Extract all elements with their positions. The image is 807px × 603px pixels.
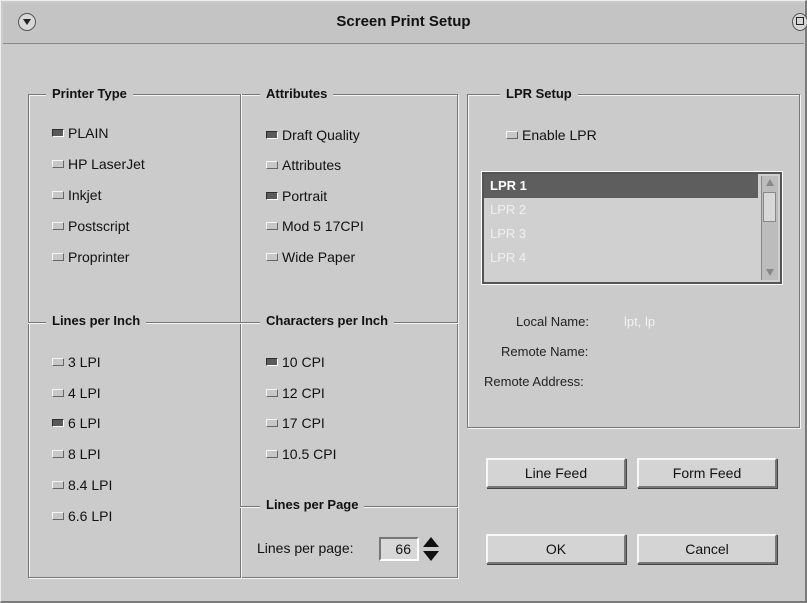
attribute-portrait-option[interactable]: Portrait (266, 186, 327, 206)
checkbox-icon (266, 450, 278, 458)
lpi-8-option[interactable]: 8 LPI (52, 444, 101, 464)
option-label: Proprinter (68, 249, 130, 265)
option-label: 3 LPI (68, 354, 101, 370)
checkbox-icon (52, 481, 64, 489)
lpi-6-6-option[interactable]: 6.6 LPI (52, 506, 112, 526)
lpr-setup-title: LPR Setup (500, 86, 578, 101)
lines-per-page-input[interactable]: 66 (379, 537, 419, 561)
checkbox-icon (52, 512, 64, 520)
attribute-attributes-option[interactable]: Attributes (266, 155, 341, 175)
option-label: 10 CPI (282, 354, 325, 370)
window-title: Screen Print Setup (336, 13, 471, 30)
printer-type-hp-laserjet-option[interactable]: HP LaserJet (52, 154, 145, 174)
list-item[interactable]: LPR 1 (484, 174, 758, 198)
lpi-8-4-option[interactable]: 8.4 LPI (52, 475, 112, 495)
checkbox-icon (52, 253, 64, 261)
lines-per-page-title: Lines per Page (260, 497, 365, 512)
maximize-icon[interactable] (792, 13, 807, 31)
remote-address-label: Remote Address: (484, 374, 584, 389)
option-label: Enable LPR (522, 127, 597, 143)
scroll-down-arrow-icon[interactable] (763, 266, 777, 280)
checkbox-icon (506, 131, 518, 139)
local-name-value[interactable]: lpt, lp (624, 314, 655, 329)
list-item[interactable]: LPR 2 (484, 198, 780, 222)
checkbox-icon (266, 161, 278, 169)
scroll-thumb[interactable] (763, 192, 776, 222)
option-label: Postscript (68, 218, 130, 234)
checkbox-icon (52, 389, 64, 397)
option-label: 12 CPI (282, 385, 325, 401)
option-label: 8 LPI (68, 446, 101, 462)
option-label: Draft Quality (282, 127, 360, 143)
cancel-button[interactable]: Cancel (637, 534, 777, 564)
option-label: Mod 5 17CPI (282, 218, 364, 234)
printer-type-inkjet-option[interactable]: Inkjet (52, 185, 101, 205)
option-label: Wide Paper (282, 249, 356, 265)
option-label: 17 CPI (282, 415, 325, 431)
option-label: Inkjet (68, 187, 102, 203)
checkbox-icon (52, 450, 64, 458)
checkbox-icon (52, 358, 64, 366)
checkbox-icon (52, 191, 64, 199)
scroll-up-arrow-icon[interactable] (763, 176, 777, 190)
checkbox-icon (266, 389, 278, 397)
characters-per-inch-title: Characters per Inch (260, 313, 395, 328)
option-label: PLAIN (68, 125, 109, 141)
form-feed-button[interactable]: Form Feed (637, 458, 777, 488)
enable-lpr-option[interactable]: Enable LPR (506, 125, 597, 145)
printer-type-plain-option[interactable]: PLAIN (52, 123, 108, 143)
decrement-arrow-icon[interactable] (423, 551, 439, 561)
printer-type-title: Printer Type (46, 86, 133, 101)
lines-per-inch-title: Lines per Inch (46, 313, 147, 328)
option-label: HP LaserJet (68, 156, 145, 172)
option-label: Portrait (282, 188, 328, 204)
lpr-list[interactable]: LPR 1 LPR 2 LPR 3 LPR 4 (482, 172, 782, 284)
line-feed-button[interactable]: Line Feed (486, 458, 626, 488)
option-label: 6.6 LPI (68, 508, 113, 524)
printer-type-proprinter-option[interactable]: Proprinter (52, 247, 129, 267)
lpi-6-option[interactable]: 6 LPI (52, 413, 101, 433)
increment-arrow-icon[interactable] (423, 537, 439, 547)
option-label: 8.4 LPI (68, 477, 113, 493)
checkbox-icon (266, 192, 278, 200)
option-label: 6 LPI (68, 415, 101, 431)
attribute-mod5-17cpi-option[interactable]: Mod 5 17CPI (266, 216, 364, 236)
local-name-label: Local Name: (516, 314, 589, 329)
lines-per-page-stepper (423, 535, 441, 563)
checkbox-icon (266, 358, 278, 366)
option-label: 4 LPI (68, 385, 101, 401)
lpi-4-option[interactable]: 4 LPI (52, 383, 101, 403)
printer-type-postscript-option[interactable]: Postscript (52, 216, 129, 236)
cpi-10-5-option[interactable]: 10.5 CPI (266, 444, 336, 464)
option-label: Attributes (282, 157, 342, 173)
cpi-17-option[interactable]: 17 CPI (266, 413, 325, 433)
list-item[interactable]: LPR 3 (484, 222, 780, 246)
cpi-12-option[interactable]: 12 CPI (266, 383, 325, 403)
cpi-10-option[interactable]: 10 CPI (266, 352, 325, 372)
checkbox-icon (52, 129, 64, 137)
checkbox-icon (52, 160, 64, 168)
ok-button[interactable]: OK (486, 534, 626, 564)
checkbox-icon (52, 222, 64, 230)
option-label: 10.5 CPI (282, 446, 337, 462)
attribute-draft-quality-option[interactable]: Draft Quality (266, 125, 360, 145)
remote-name-label: Remote Name: (501, 344, 589, 359)
checkbox-icon (52, 419, 64, 427)
checkbox-icon (266, 131, 278, 139)
attribute-wide-paper-option[interactable]: Wide Paper (266, 247, 355, 267)
lpi-3-option[interactable]: 3 LPI (52, 352, 101, 372)
checkbox-icon (266, 222, 278, 230)
list-scrollbar[interactable] (761, 176, 778, 280)
title-bar: Screen Print Setup (3, 3, 807, 44)
checkbox-icon (266, 253, 278, 261)
list-item[interactable]: LPR 4 (484, 246, 780, 270)
attributes-title: Attributes (260, 86, 334, 101)
checkbox-icon (266, 419, 278, 427)
lines-per-page-label: Lines per page: (257, 540, 354, 556)
